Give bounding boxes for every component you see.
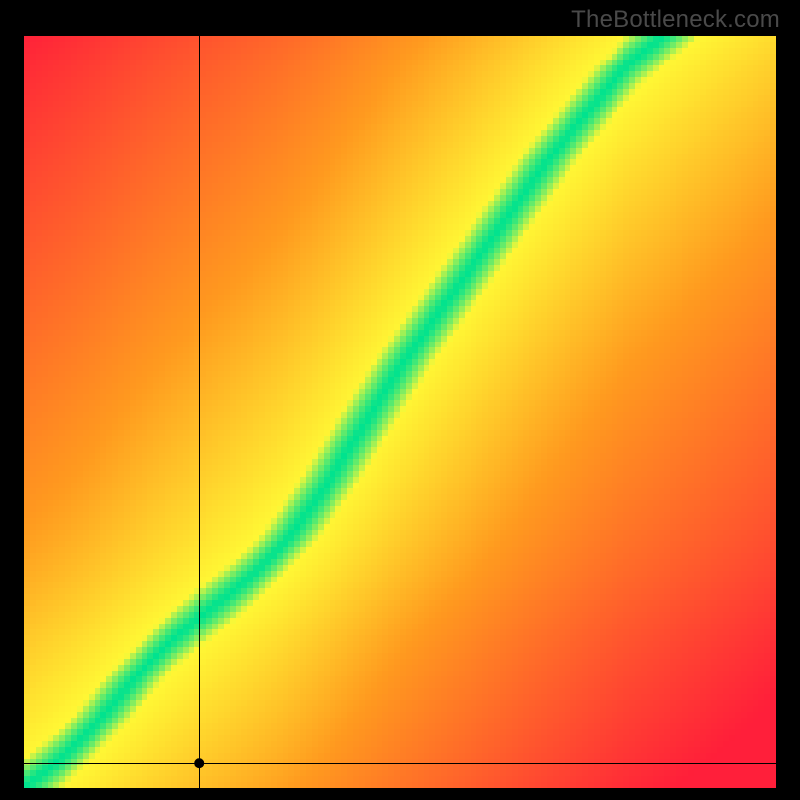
attribution-label: TheBottleneck.com bbox=[571, 6, 780, 34]
bottleneck-heatmap bbox=[24, 36, 776, 788]
chart-container: TheBottleneck.com bbox=[0, 0, 800, 800]
